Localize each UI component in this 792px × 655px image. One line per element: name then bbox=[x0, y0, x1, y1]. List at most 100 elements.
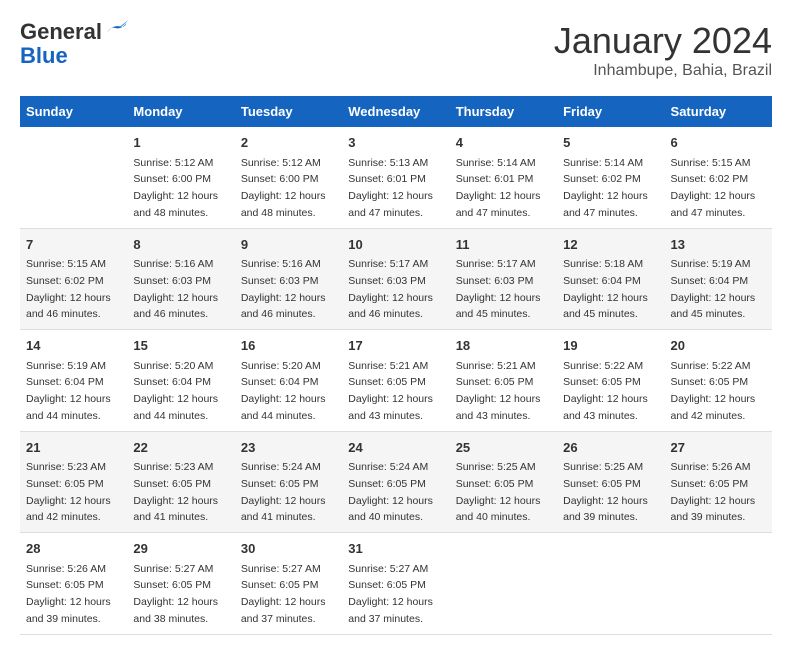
logo-bird-icon bbox=[104, 16, 128, 40]
day-number: 20 bbox=[671, 336, 766, 356]
calendar-cell: 21Sunrise: 5:23 AM Sunset: 6:05 PM Dayli… bbox=[20, 431, 127, 533]
calendar-cell: 8 Sunrise: 5:16 AM Sunset: 6:03 PM Daylig… bbox=[127, 228, 234, 330]
day-info: Sunrise: 5:24 AM Sunset: 6:05 PM Dayligh… bbox=[241, 461, 326, 523]
calendar-cell: 16 Sunrise: 5:20 AM Sunset: 6:04 PM Dayli… bbox=[235, 330, 342, 432]
calendar-cell: 13 Sunrise: 5:19 AM Sunset: 6:04 PM Dayli… bbox=[665, 228, 772, 330]
calendar-cell: 10 Sunrise: 5:17 AM Sunset: 6:03 PM Dayli… bbox=[342, 228, 449, 330]
header-friday: Friday bbox=[557, 96, 664, 127]
header-thursday: Thursday bbox=[450, 96, 557, 127]
day-number: 4 bbox=[456, 133, 551, 153]
day-info: Sunrise: 5:17 AM Sunset: 6:03 PM Dayligh… bbox=[456, 258, 541, 320]
day-number: 16 bbox=[241, 336, 336, 356]
calendar-cell: 28 Sunrise: 5:26 AM Sunset: 6:05 PM Dayli… bbox=[20, 533, 127, 635]
logo-general: General bbox=[20, 20, 102, 44]
calendar-cell: 11Sunrise: 5:17 AM Sunset: 6:03 PM Dayli… bbox=[450, 228, 557, 330]
day-number: 28 bbox=[26, 539, 121, 559]
calendar-week-4: 21 Sunrise: 5:23 AM Sunset: 6:05 PM Dayli… bbox=[20, 431, 772, 533]
calendar-cell: 9 Sunrise: 5:16 AM Sunset: 6:03 PM Daylig… bbox=[235, 228, 342, 330]
day-info: Sunrise: 5:16 AM Sunset: 6:03 PM Dayligh… bbox=[241, 258, 326, 320]
calendar-week-3: 14 Sunrise: 5:19 AM Sunset: 6:04 PM Dayli… bbox=[20, 330, 772, 432]
calendar-cell: 18Sunrise: 5:21 AM Sunset: 6:05 PM Dayli… bbox=[450, 330, 557, 432]
day-info: Sunrise: 5:19 AM Sunset: 6:04 PM Dayligh… bbox=[671, 258, 756, 320]
header-saturday: Saturday bbox=[665, 96, 772, 127]
calendar-cell: 29Sunrise: 5:27 AM Sunset: 6:05 PM Dayli… bbox=[127, 533, 234, 635]
day-info: Sunrise: 5:14 AM Sunset: 6:01 PM Dayligh… bbox=[456, 157, 541, 219]
day-info: Sunrise: 5:20 AM Sunset: 6:04 PM Dayligh… bbox=[133, 360, 218, 422]
day-number: 7 bbox=[26, 235, 121, 255]
day-number: 13 bbox=[671, 235, 766, 255]
calendar-cell: 3 Sunrise: 5:13 AM Sunset: 6:01 PM Daylig… bbox=[342, 127, 449, 228]
calendar-cell bbox=[450, 533, 557, 635]
day-number: 27 bbox=[671, 438, 766, 458]
day-number: 3 bbox=[348, 133, 443, 153]
day-info: Sunrise: 5:25 AM Sunset: 6:05 PM Dayligh… bbox=[456, 461, 541, 523]
calendar-cell: 4 Sunrise: 5:14 AM Sunset: 6:01 PM Daylig… bbox=[450, 127, 557, 228]
day-info: Sunrise: 5:18 AM Sunset: 6:04 PM Dayligh… bbox=[563, 258, 648, 320]
day-info: Sunrise: 5:27 AM Sunset: 6:05 PM Dayligh… bbox=[348, 563, 433, 625]
day-number: 6 bbox=[671, 133, 766, 153]
day-info: Sunrise: 5:26 AM Sunset: 6:05 PM Dayligh… bbox=[26, 563, 111, 625]
day-number: 10 bbox=[348, 235, 443, 255]
day-number: 2 bbox=[241, 133, 336, 153]
day-info: Sunrise: 5:20 AM Sunset: 6:04 PM Dayligh… bbox=[241, 360, 326, 422]
calendar-cell: 14 Sunrise: 5:19 AM Sunset: 6:04 PM Dayli… bbox=[20, 330, 127, 432]
calendar-cell bbox=[20, 127, 127, 228]
day-info: Sunrise: 5:14 AM Sunset: 6:02 PM Dayligh… bbox=[563, 157, 648, 219]
header-wednesday: Wednesday bbox=[342, 96, 449, 127]
calendar-week-1: 1Sunrise: 5:12 AM Sunset: 6:00 PM Daylig… bbox=[20, 127, 772, 228]
day-number: 22 bbox=[133, 438, 228, 458]
calendar-week-5: 28 Sunrise: 5:26 AM Sunset: 6:05 PM Dayli… bbox=[20, 533, 772, 635]
page-header: General Blue January 2024 Inhambupe, Bah… bbox=[20, 20, 772, 80]
month-year-title: January 2024 bbox=[554, 20, 772, 62]
calendar-cell: 12 Sunrise: 5:18 AM Sunset: 6:04 PM Dayli… bbox=[557, 228, 664, 330]
day-number: 24 bbox=[348, 438, 443, 458]
logo-blue: Blue bbox=[20, 43, 68, 68]
header-tuesday: Tuesday bbox=[235, 96, 342, 127]
calendar-cell: 25Sunrise: 5:25 AM Sunset: 6:05 PM Dayli… bbox=[450, 431, 557, 533]
calendar-cell: 31Sunrise: 5:27 AM Sunset: 6:05 PM Dayli… bbox=[342, 533, 449, 635]
day-number: 15 bbox=[133, 336, 228, 356]
header-monday: Monday bbox=[127, 96, 234, 127]
day-info: Sunrise: 5:24 AM Sunset: 6:05 PM Dayligh… bbox=[348, 461, 433, 523]
calendar-cell: 27 Sunrise: 5:26 AM Sunset: 6:05 PM Dayli… bbox=[665, 431, 772, 533]
calendar-cell: 17 Sunrise: 5:21 AM Sunset: 6:05 PM Dayli… bbox=[342, 330, 449, 432]
calendar-cell: 19 Sunrise: 5:22 AM Sunset: 6:05 PM Dayli… bbox=[557, 330, 664, 432]
header-sunday: Sunday bbox=[20, 96, 127, 127]
day-number: 5 bbox=[563, 133, 658, 153]
day-info: Sunrise: 5:25 AM Sunset: 6:05 PM Dayligh… bbox=[563, 461, 648, 523]
day-number: 17 bbox=[348, 336, 443, 356]
day-number: 19 bbox=[563, 336, 658, 356]
calendar-cell: 5 Sunrise: 5:14 AM Sunset: 6:02 PM Daylig… bbox=[557, 127, 664, 228]
day-info: Sunrise: 5:19 AM Sunset: 6:04 PM Dayligh… bbox=[26, 360, 111, 422]
day-number: 14 bbox=[26, 336, 121, 356]
day-info: Sunrise: 5:15 AM Sunset: 6:02 PM Dayligh… bbox=[671, 157, 756, 219]
calendar-cell: 26 Sunrise: 5:25 AM Sunset: 6:05 PM Dayli… bbox=[557, 431, 664, 533]
day-info: Sunrise: 5:23 AM Sunset: 6:05 PM Dayligh… bbox=[133, 461, 218, 523]
calendar-week-2: 7 Sunrise: 5:15 AM Sunset: 6:02 PM Daylig… bbox=[20, 228, 772, 330]
calendar-cell: 30Sunrise: 5:27 AM Sunset: 6:05 PM Dayli… bbox=[235, 533, 342, 635]
day-number: 29 bbox=[133, 539, 228, 559]
day-info: Sunrise: 5:22 AM Sunset: 6:05 PM Dayligh… bbox=[563, 360, 648, 422]
day-number: 26 bbox=[563, 438, 658, 458]
calendar-cell: 24 Sunrise: 5:24 AM Sunset: 6:05 PM Dayli… bbox=[342, 431, 449, 533]
day-number: 23 bbox=[241, 438, 336, 458]
day-info: Sunrise: 5:21 AM Sunset: 6:05 PM Dayligh… bbox=[348, 360, 433, 422]
day-number: 21 bbox=[26, 438, 121, 458]
day-info: Sunrise: 5:15 AM Sunset: 6:02 PM Dayligh… bbox=[26, 258, 111, 320]
day-info: Sunrise: 5:17 AM Sunset: 6:03 PM Dayligh… bbox=[348, 258, 433, 320]
calendar-header-row: SundayMondayTuesdayWednesdayThursdayFrid… bbox=[20, 96, 772, 127]
calendar-table: SundayMondayTuesdayWednesdayThursdayFrid… bbox=[20, 96, 772, 635]
day-number: 9 bbox=[241, 235, 336, 255]
calendar-cell: 6 Sunrise: 5:15 AM Sunset: 6:02 PM Daylig… bbox=[665, 127, 772, 228]
calendar-cell: 22 Sunrise: 5:23 AM Sunset: 6:05 PM Dayli… bbox=[127, 431, 234, 533]
calendar-cell: 23 Sunrise: 5:24 AM Sunset: 6:05 PM Dayli… bbox=[235, 431, 342, 533]
calendar-cell bbox=[665, 533, 772, 635]
calendar-cell: 15 Sunrise: 5:20 AM Sunset: 6:04 PM Dayli… bbox=[127, 330, 234, 432]
calendar-cell: 20Sunrise: 5:22 AM Sunset: 6:05 PM Dayli… bbox=[665, 330, 772, 432]
day-info: Sunrise: 5:16 AM Sunset: 6:03 PM Dayligh… bbox=[133, 258, 218, 320]
day-info: Sunrise: 5:26 AM Sunset: 6:05 PM Dayligh… bbox=[671, 461, 756, 523]
day-number: 8 bbox=[133, 235, 228, 255]
day-info: Sunrise: 5:13 AM Sunset: 6:01 PM Dayligh… bbox=[348, 157, 433, 219]
day-number: 12 bbox=[563, 235, 658, 255]
day-number: 1 bbox=[133, 133, 228, 153]
